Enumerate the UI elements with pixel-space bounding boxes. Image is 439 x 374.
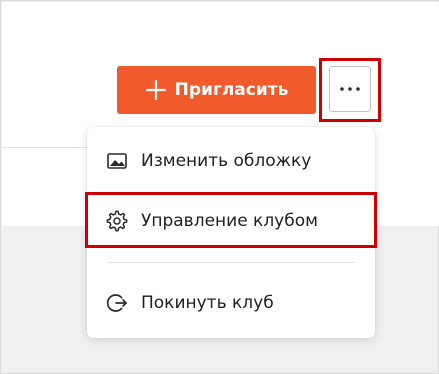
gear-icon (106, 210, 128, 232)
club-options-dropdown: Изменить обложку Управление клубом Покин… (85, 127, 377, 338)
window-frame: Пригласить Изменить обложку Управление к… (0, 0, 439, 374)
menu-item-change-cover[interactable]: Изменить обложку (87, 133, 375, 189)
menu-item-leave-club[interactable]: Покинуть клуб (87, 275, 375, 331)
menu-item-label: Изменить обложку (141, 151, 312, 171)
invite-button-label: Пригласить (174, 80, 289, 100)
more-button-highlight (319, 58, 381, 122)
menu-item-label: Управление клубом (141, 211, 318, 231)
plus-icon (145, 79, 166, 101)
menu-divider (107, 262, 355, 263)
more-options-button[interactable] (329, 66, 371, 112)
menu-item-label: Покинуть клуб (141, 293, 274, 313)
menu-item-manage-club[interactable]: Управление клубом (87, 193, 375, 249)
exit-icon (106, 294, 127, 312)
invite-button[interactable]: Пригласить (117, 66, 316, 114)
more-horizontal-icon (340, 87, 360, 91)
image-icon (107, 153, 127, 169)
